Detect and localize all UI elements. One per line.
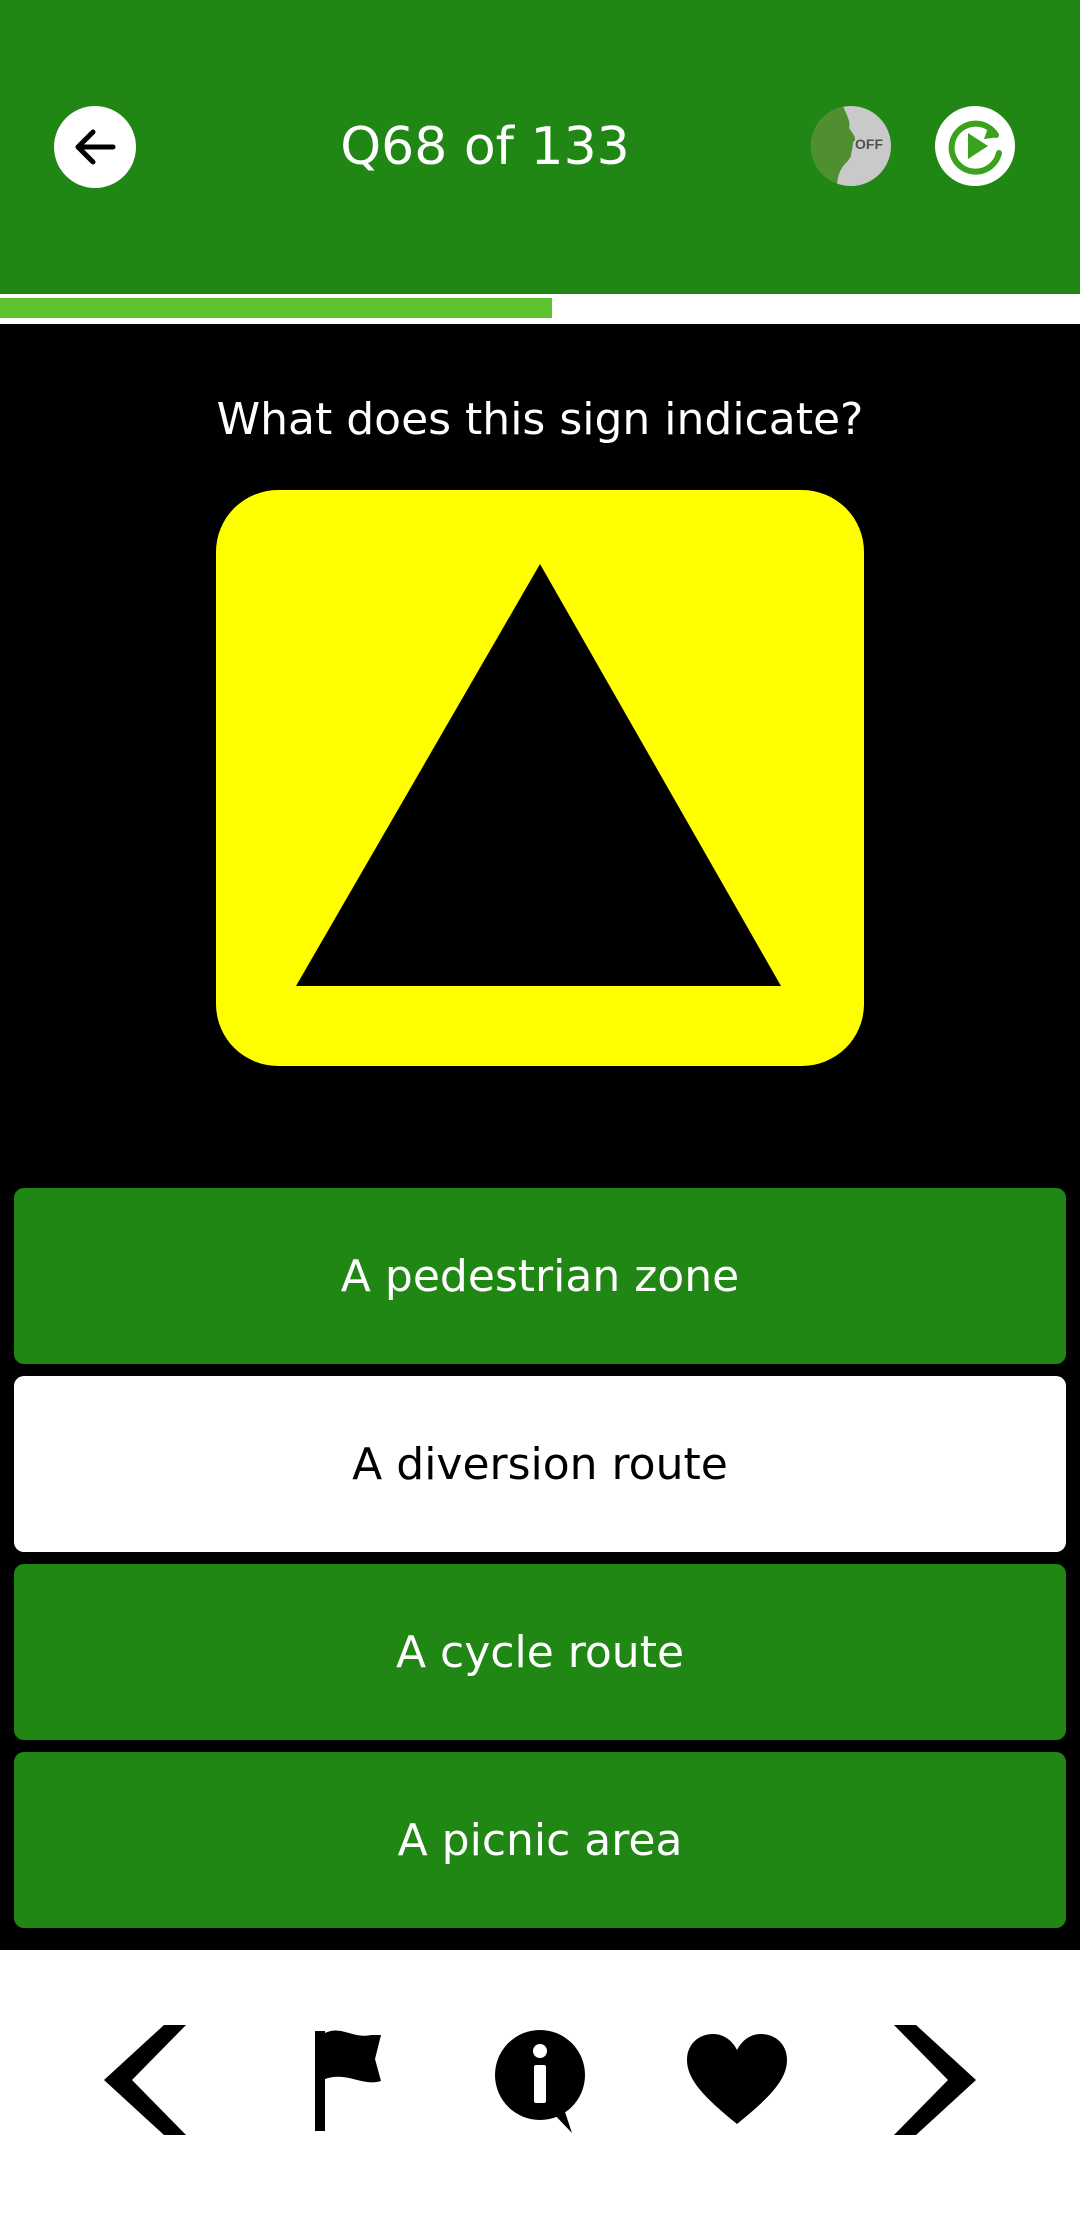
replay-icon [948, 120, 1002, 175]
answer-option-selected[interactable]: A diversion route [14, 1376, 1066, 1552]
back-button[interactable] [54, 106, 136, 188]
question-counter-title: Q68 of 133 [340, 117, 630, 177]
answer-list: A pedestrian zone A diversion route A cy… [14, 1188, 1066, 1940]
heart-icon [687, 2034, 787, 2124]
flag-question-button[interactable] [286, 2020, 406, 2140]
progress-bar-fill [0, 298, 552, 318]
answer-option[interactable]: A cycle route [14, 1564, 1066, 1740]
flag-icon [315, 2030, 381, 2131]
favorite-button[interactable] [677, 2020, 797, 2140]
chevron-left-icon [104, 2025, 186, 2135]
road-sign-image [216, 490, 864, 1066]
voice-state-label: OFF [855, 136, 883, 152]
info-icon [495, 2030, 585, 2133]
arrow-left-icon [75, 129, 116, 165]
answer-option[interactable]: A picnic area [14, 1752, 1066, 1928]
progress-bar [0, 294, 1080, 324]
question-text: What does this sign indicate? [216, 394, 864, 445]
answer-option[interactable]: A pedestrian zone [14, 1188, 1066, 1364]
info-button[interactable] [480, 2020, 600, 2140]
voice-toggle-button[interactable]: OFF [811, 106, 891, 186]
replay-button[interactable] [935, 106, 1015, 186]
next-question-button[interactable] [876, 2020, 996, 2140]
chevron-right-icon [894, 2025, 976, 2135]
top-app-bar: Q68 of 133 OFF [0, 0, 1080, 294]
previous-question-button[interactable] [84, 2020, 204, 2140]
